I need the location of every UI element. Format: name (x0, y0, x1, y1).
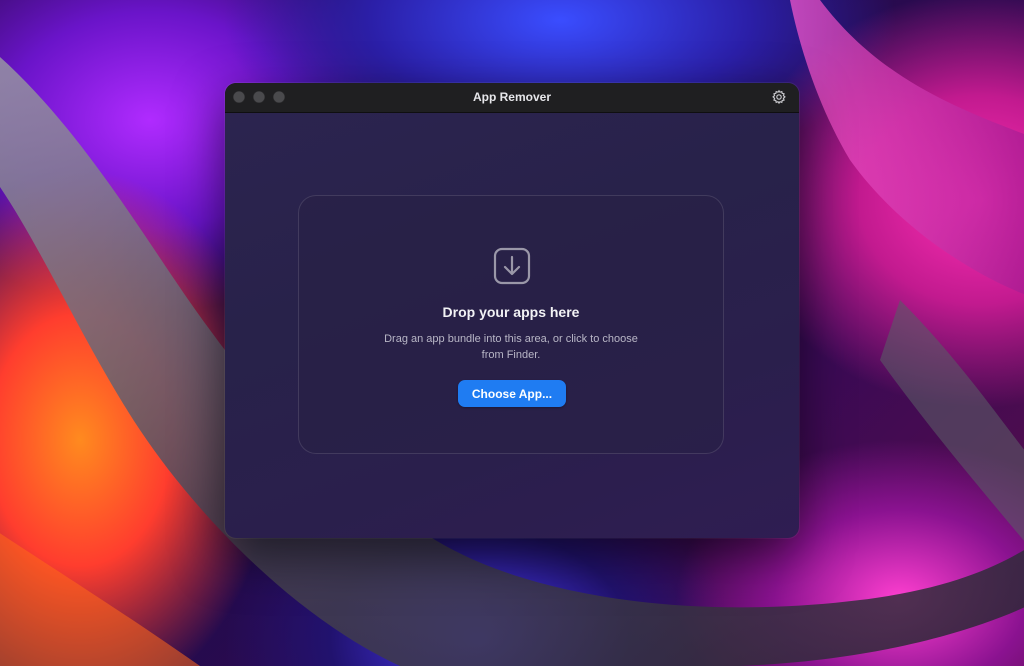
choose-app-button[interactable]: Choose App... (458, 380, 566, 407)
app-window: App Remover Drop your apps here Drag an … (225, 83, 799, 538)
drop-zone-title: Drop your apps here (442, 304, 580, 320)
settings-button[interactable] (771, 89, 787, 105)
gear-icon (772, 89, 786, 105)
app-drop-zone[interactable]: Drop your apps here Drag an app bundle i… (298, 195, 724, 454)
download-arrow-icon (493, 247, 531, 285)
window-title: App Remover (472, 90, 552, 104)
title-bar[interactable]: App Remover (225, 83, 799, 113)
desktop: App Remover Drop your apps here Drag an … (0, 0, 1024, 666)
drop-zone-description: Drag an app bundle into this area, or cl… (384, 333, 638, 361)
